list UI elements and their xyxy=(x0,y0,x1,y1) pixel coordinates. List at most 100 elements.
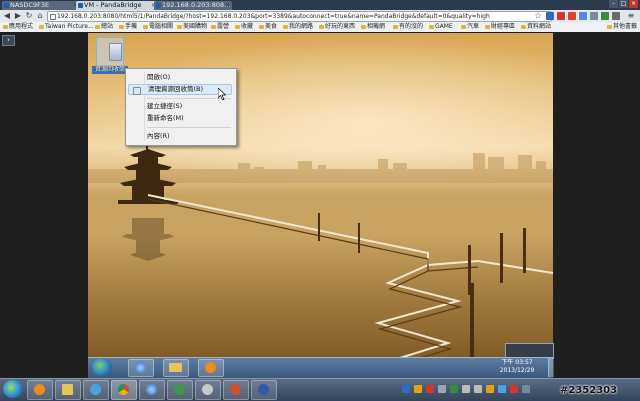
maximize-icon[interactable]: □ xyxy=(619,0,628,8)
system-tray xyxy=(398,381,538,398)
bookmark-item[interactable]: 應用程式 xyxy=(2,22,33,32)
taskbar-app[interactable] xyxy=(195,380,221,400)
taskbar-chrome[interactable] xyxy=(111,380,137,400)
tab-favicon xyxy=(4,3,9,8)
address-text: 192.168.0.203:8080/html5/1/PandaBridge/?… xyxy=(57,13,490,20)
taskbar-app[interactable] xyxy=(251,380,277,400)
tray-icon[interactable] xyxy=(522,385,530,393)
bookmark-item[interactable]: 我的網路 xyxy=(282,22,313,32)
recycle-bin-icon xyxy=(96,37,124,67)
forward-icon[interactable]: ▶ xyxy=(13,11,23,21)
folder-icon xyxy=(62,384,73,395)
taskbar-app[interactable] xyxy=(223,380,249,400)
reload-icon[interactable]: ↻ xyxy=(24,11,34,21)
close-icon[interactable]: × xyxy=(225,1,230,10)
internet-explorer-icon xyxy=(135,362,146,373)
tray-icon[interactable] xyxy=(414,385,422,393)
extension-icon[interactable] xyxy=(568,12,576,20)
media-player-icon xyxy=(34,384,45,395)
bookmark-item[interactable]: 汽車 xyxy=(460,22,479,32)
bookmark-item[interactable]: 總站 xyxy=(94,22,113,32)
extension-icon[interactable] xyxy=(601,12,609,20)
extension-icon[interactable] xyxy=(546,12,554,20)
browser-tab-strip: NASDC9F3E × VM - PandaBridge × 192.168.0… xyxy=(0,0,640,10)
recycle-bin-desktop-icon[interactable]: 資源回收筒 xyxy=(92,37,128,77)
home-icon[interactable]: ⌂ xyxy=(35,11,45,21)
bookmark-item[interactable]: 美國購物 xyxy=(176,22,207,32)
remote-taskbar-explorer[interactable] xyxy=(163,359,189,377)
menu-item-open[interactable]: 開啟(O) xyxy=(128,72,232,83)
menu-icon[interactable]: ≡ xyxy=(626,11,636,21)
remote-clock[interactable]: 下午 03:57 2013/12/29 xyxy=(497,359,537,376)
bookmark-item[interactable]: 好玩的東西 xyxy=(318,22,355,32)
watermark: #2352303 xyxy=(560,385,618,396)
bookmark-item[interactable]: Taiwan Picture... xyxy=(38,22,94,32)
clock-date: 2013/12/29 xyxy=(499,367,535,374)
remote-taskbar-ie[interactable] xyxy=(128,359,154,377)
mouse-cursor-icon xyxy=(218,88,226,100)
bookmark-item[interactable]: 露營 xyxy=(210,22,229,32)
tray-icon[interactable] xyxy=(486,385,494,393)
recycle-bin-icon xyxy=(133,87,141,95)
bookmark-item[interactable]: GAME xyxy=(428,22,453,32)
window-controls: – □ × xyxy=(609,0,638,9)
folder-icon xyxy=(169,363,182,372)
tab-favicon xyxy=(156,3,161,8)
remote-show-desktop-button[interactable] xyxy=(548,358,554,377)
extension-icon[interactable] xyxy=(612,12,620,20)
taskbar-app[interactable] xyxy=(167,380,193,400)
extension-icon[interactable] xyxy=(579,12,587,20)
taskbar-explorer[interactable] xyxy=(55,380,81,400)
bookmark-item[interactable]: 電腦相關 xyxy=(142,22,173,32)
clock-time: 下午 03:57 xyxy=(501,359,533,366)
remote-start-button[interactable] xyxy=(92,358,112,376)
tray-icon[interactable] xyxy=(450,385,458,393)
tray-icon[interactable] xyxy=(426,385,434,393)
tab-ip[interactable]: 192.168.0.203:808... × xyxy=(154,1,232,10)
gmail-icon[interactable] xyxy=(557,12,565,20)
bookmark-item[interactable]: 有的沒的 xyxy=(392,22,423,32)
menu-item-properties[interactable]: 內容(R) xyxy=(128,131,232,142)
back-icon[interactable]: ◀ xyxy=(2,11,12,21)
close-window-icon[interactable]: × xyxy=(629,0,638,8)
menu-item-empty-recycle-bin[interactable]: 清理資源回收筒(B) xyxy=(128,84,232,95)
app-icon xyxy=(258,384,269,395)
network-icon[interactable] xyxy=(474,385,482,393)
bookmark-item[interactable]: 收藏 xyxy=(234,22,253,32)
bookmark-item[interactable]: 美食 xyxy=(258,22,277,32)
extension-icon[interactable] xyxy=(590,12,598,20)
taskbar-app[interactable] xyxy=(83,380,109,400)
app-icon xyxy=(230,384,241,395)
tab-nasdc[interactable]: NASDC9F3E × xyxy=(2,1,80,10)
chrome-icon xyxy=(118,384,129,395)
page-info-icon[interactable] xyxy=(50,14,56,20)
sidebar-toggle-button[interactable]: › xyxy=(2,35,15,46)
bookmark-item[interactable]: 資料網站 xyxy=(520,22,551,32)
tab-label: NASDC9F3E xyxy=(10,1,50,9)
remote-taskbar-media[interactable] xyxy=(198,359,224,377)
tray-icon[interactable] xyxy=(438,385,446,393)
start-button[interactable] xyxy=(3,380,23,398)
minimize-icon[interactable]: – xyxy=(609,0,618,8)
menu-item-rename[interactable]: 重新命名(M) xyxy=(128,113,232,124)
tray-icon[interactable] xyxy=(510,385,518,393)
media-player-icon xyxy=(205,362,216,373)
other-bookmarks[interactable]: 其他書籤 xyxy=(606,22,637,32)
menu-item-create-shortcut[interactable]: 建立捷徑(S) xyxy=(128,101,232,112)
bookmark-item[interactable]: 手機 xyxy=(118,22,137,32)
context-menu: 開啟(O) 清理資源回收筒(B) 建立捷徑(S) 重新命名(M) 內容(R) xyxy=(125,68,237,146)
zigzag-bridge xyxy=(147,194,553,371)
tab-label: VM - PandaBridge xyxy=(84,1,142,9)
bookmark-item[interactable]: 相機網 xyxy=(360,22,385,32)
taskbar-ie[interactable] xyxy=(139,380,165,400)
volume-icon[interactable] xyxy=(462,385,470,393)
tray-icon[interactable] xyxy=(498,385,506,393)
bookmark-item[interactable]: 財經專區 xyxy=(484,22,515,32)
app-icon xyxy=(174,384,185,395)
remote-taskbar xyxy=(88,357,553,378)
tray-icon[interactable] xyxy=(402,385,410,393)
taskbar-media-player[interactable] xyxy=(27,380,53,400)
address-bar[interactable]: 192.168.0.203:8080/html5/1/PandaBridge/?… xyxy=(47,11,552,22)
tab-vm-pandabridge[interactable]: VM - PandaBridge × xyxy=(76,1,158,10)
star-icon[interactable]: ☆ xyxy=(533,11,543,21)
